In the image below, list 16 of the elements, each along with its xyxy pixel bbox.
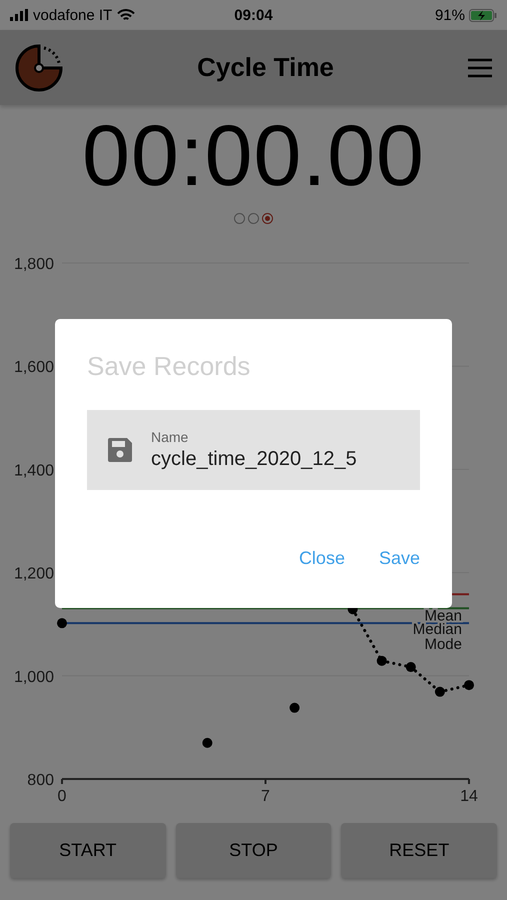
field-label: Name [151,429,190,445]
y-axis-label: 1,200 [14,566,54,583]
battery-percent: 91% [434,6,465,24]
app-title: Cycle Time [197,52,334,82]
y-axis-label: 800 [27,772,54,789]
carrier-name: vodafone IT [33,6,112,24]
x-axis-label: 0 [58,788,66,805]
y-axis-label: 1,000 [14,668,54,686]
x-axis-label: 7 [261,788,270,805]
status-time: 09:04 [234,6,273,24]
y-axis-label: 1,400 [14,462,54,480]
reference-label: Mode [424,636,462,654]
y-axis-label: 1,600 [14,359,54,376]
y-axis-label: 1,800 [14,256,54,273]
x-axis-label: 14 [460,788,478,805]
timer-display: 00:00.00 [82,108,425,204]
